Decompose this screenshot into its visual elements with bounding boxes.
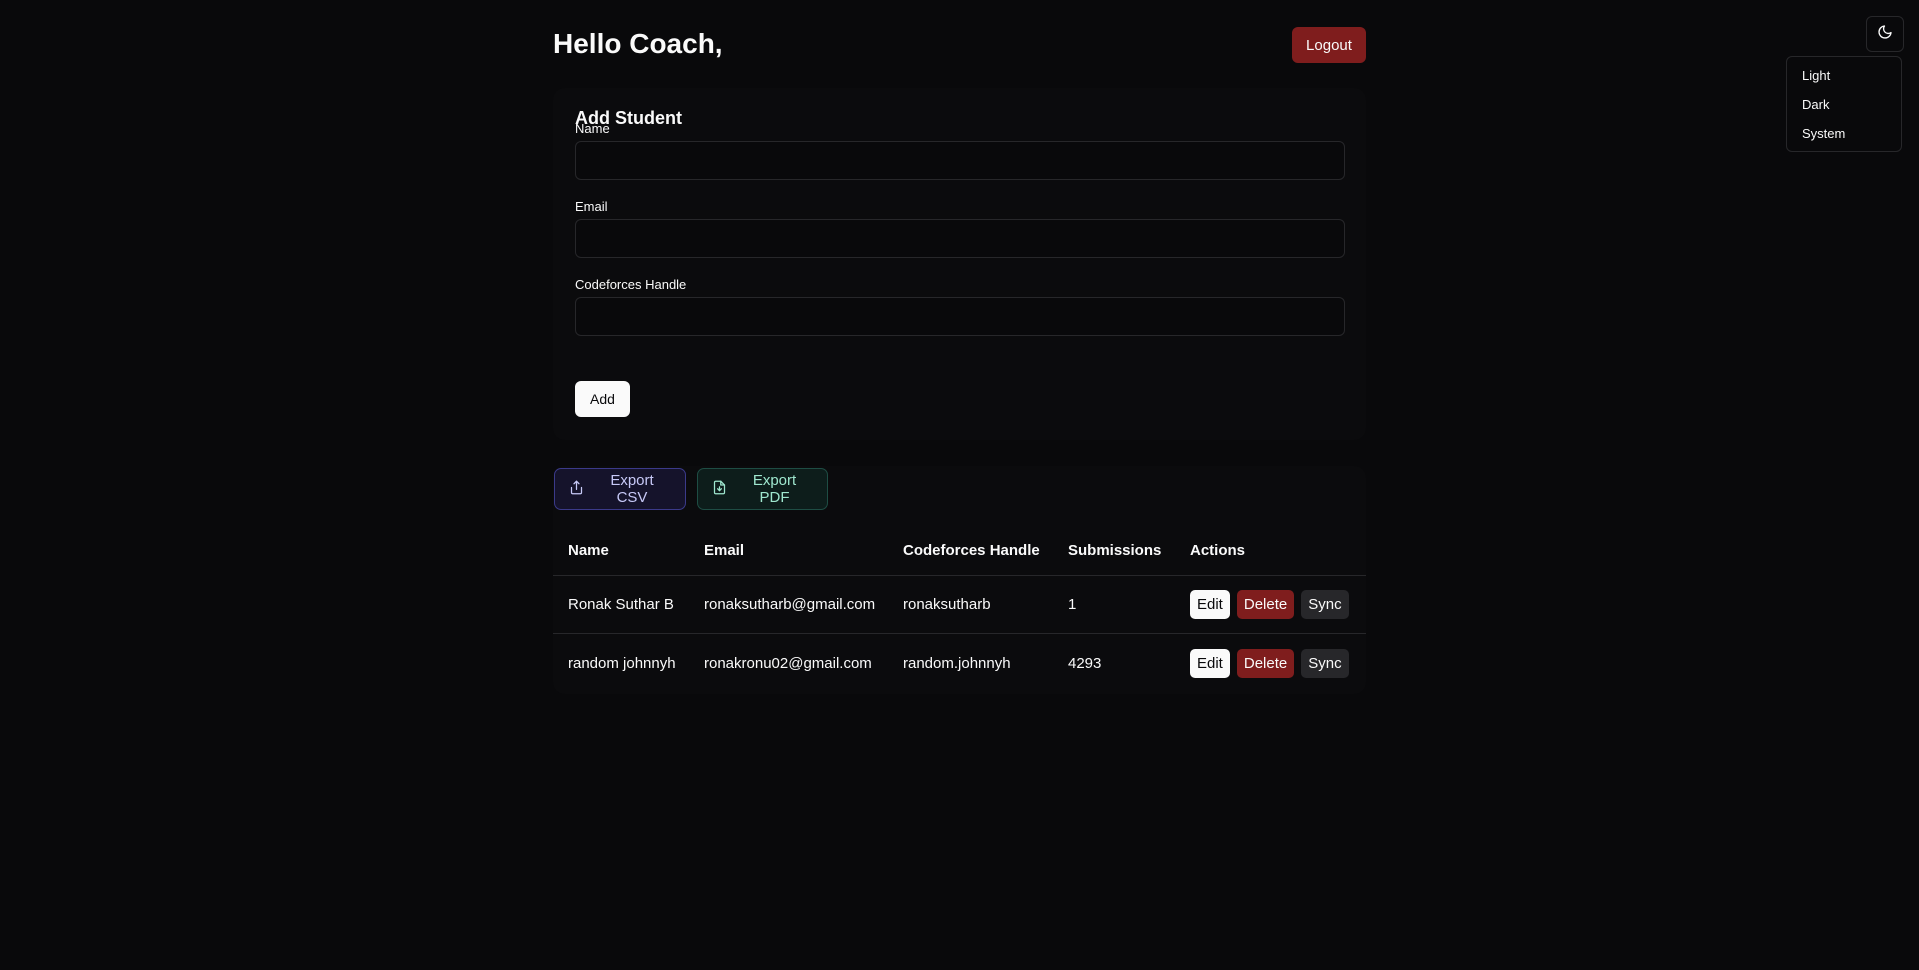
moon-icon [1877, 24, 1893, 45]
column-header-email: Email [704, 542, 745, 559]
edit-button[interactable]: Edit [1190, 648, 1230, 678]
export-pdf-button[interactable]: Export PDF [697, 468, 828, 510]
column-header-name: Name [568, 542, 609, 559]
codeforces-handle-input[interactable] [575, 297, 1345, 336]
student-handle: random.johnnyh [903, 654, 1011, 672]
logout-button[interactable]: Logout [1292, 27, 1366, 63]
codeforces-handle-label: Codeforces Handle [575, 277, 687, 292]
theme-option-system[interactable]: System [1791, 119, 1897, 148]
theme-menu: Light Dark System [1786, 56, 1902, 152]
delete-button[interactable]: Delete [1236, 590, 1295, 619]
student-name: Ronak Suthar B [568, 596, 674, 613]
add-student-button[interactable]: Add [575, 381, 630, 417]
add-student-card: Add Student Name Email Codeforces Handle… [553, 88, 1366, 440]
student-submissions: 1 [1068, 596, 1077, 613]
student-email: ronakronu02@gmail.com [704, 654, 872, 672]
theme-option-light[interactable]: Light [1791, 61, 1897, 90]
students-section: Export CSV Export PDF Name Email Codefor… [553, 466, 1366, 694]
name-input[interactable] [575, 141, 1345, 180]
student-handle: ronaksutharb [903, 596, 991, 613]
export-csv-label: Export CSV [610, 472, 654, 506]
sync-button[interactable]: Sync [1301, 590, 1349, 619]
table-row: Ronak Suthar B ronaksutharb@gmail.com ro… [553, 576, 1366, 634]
edit-button[interactable]: Edit [1190, 590, 1230, 619]
name-label: Name [575, 121, 610, 136]
delete-button[interactable]: Delete [1236, 648, 1295, 678]
student-submissions: 4293 [1068, 654, 1102, 672]
row-actions: Edit Delete Sync [1190, 634, 1356, 692]
student-email: ronaksutharb@gmail.com [704, 596, 876, 613]
row-actions: Edit Delete Sync [1190, 576, 1356, 633]
column-header-handle: Codeforces Handle [903, 542, 1040, 559]
column-header-submissions: Submissions [1068, 542, 1162, 559]
student-name: random johnnyh [568, 654, 676, 672]
column-header-actions: Actions [1190, 542, 1246, 559]
theme-option-dark[interactable]: Dark [1791, 90, 1897, 119]
students-table: Name Email Codeforces Handle Submissions… [553, 526, 1366, 692]
export-pdf-label: Export PDF [752, 472, 797, 506]
file-download-icon [712, 480, 727, 499]
table-header-row: Name Email Codeforces Handle Submissions… [553, 526, 1366, 576]
share-icon [569, 480, 584, 499]
export-csv-button[interactable]: Export CSV [554, 468, 686, 510]
email-label: Email [575, 199, 608, 214]
sync-button[interactable]: Sync [1301, 648, 1349, 678]
email-input[interactable] [575, 219, 1345, 258]
theme-toggle-button[interactable] [1866, 16, 1904, 52]
table-row: random johnnyh ronakronu02@gmail.com ran… [553, 634, 1366, 692]
page-greeting: Hello Coach, [553, 28, 723, 59]
